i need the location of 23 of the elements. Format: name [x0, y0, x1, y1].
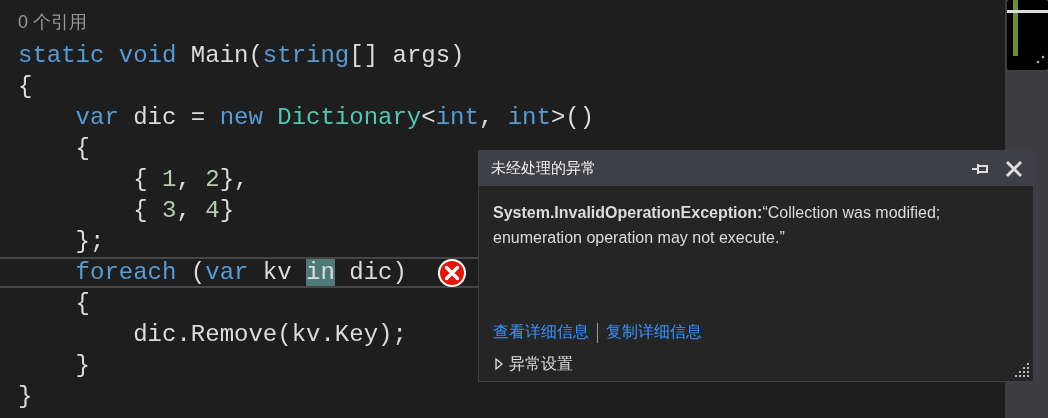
code-line: { [75, 290, 90, 317]
details-link[interactable]: 复制详细信息 [606, 323, 702, 340]
code-line: dic.Remove(kv.Key); [133, 321, 407, 348]
code-line: { [75, 135, 90, 162]
resize-grip-icon[interactable] [1014, 362, 1030, 378]
exception-settings-label[interactable]: 异常设置 [509, 352, 573, 376]
code-line: } [75, 352, 90, 379]
expand-toggle-icon[interactable] [493, 358, 505, 370]
code-line: var dic = new Dictionary<int, int>() [75, 104, 595, 131]
code-line: } [18, 383, 33, 410]
code-line: static void Main(string[] args) [18, 42, 465, 69]
code-line: { 3, 4} [133, 197, 235, 224]
details-link[interactable]: 查看详细信息 [493, 323, 589, 340]
pin-icon[interactable] [971, 162, 989, 175]
code-line: { 1, 2}, [133, 166, 249, 193]
exception-message: System.InvalidOperationException:“Collection was modified; enumeration operation may not execute.” [493, 203, 942, 248]
popup-title: 未经处理的异常 [491, 158, 596, 179]
code-line: foreach (var kv in dic) [75, 259, 407, 286]
close-icon[interactable] [1005, 159, 1023, 178]
code-line: }; [75, 228, 105, 255]
minimap[interactable] [1005, 0, 1048, 70]
reference-count-link[interactable]: 0 个引用 [18, 7, 87, 38]
code-line: { [18, 73, 33, 100]
